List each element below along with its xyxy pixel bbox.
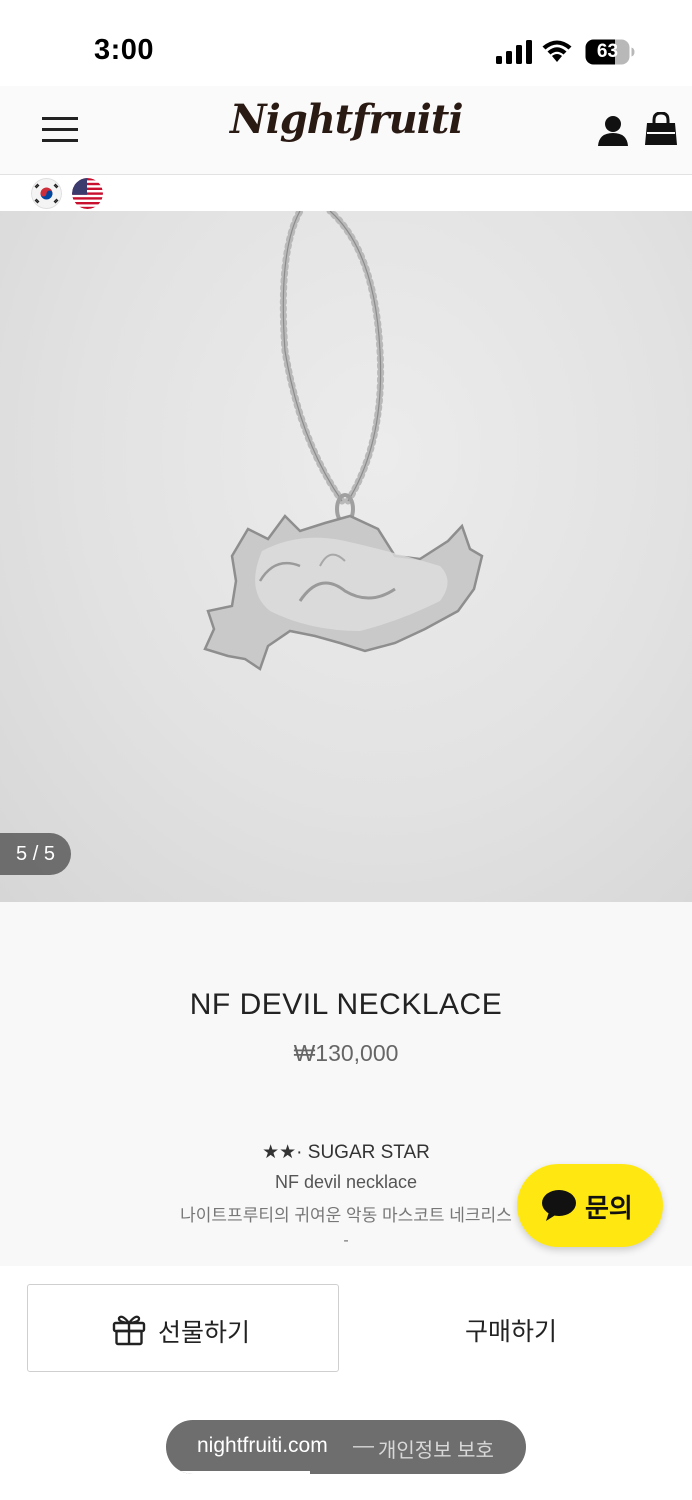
browser-url-bar[interactable]: nightfruiti.com — 개인정보 보호	[166, 1420, 526, 1474]
inquiry-chat-button[interactable]: 문의	[517, 1164, 663, 1247]
battery-level: 63	[596, 41, 619, 62]
language-bar	[0, 175, 692, 211]
necklace-photo	[203, 211, 484, 671]
usa-flag-icon[interactable]	[72, 178, 103, 209]
shopping-bag-icon[interactable]	[645, 112, 677, 146]
url-domain: nightfruiti.com	[197, 1434, 328, 1457]
description-cut-off-text	[246, 1258, 446, 1266]
page-load-progress	[166, 1471, 310, 1474]
user-account-icon[interactable]	[597, 114, 629, 146]
wifi-icon	[542, 40, 572, 62]
inquiry-chat-label: 문의	[585, 1193, 633, 1223]
status-time: 3:00	[94, 34, 155, 66]
url-privacy-label: 개인정보 보호	[378, 1440, 494, 1462]
buy-button-label: 구매하기	[464, 1318, 557, 1346]
hamburger-menu-icon[interactable]	[42, 114, 78, 146]
gift-button[interactable]: 선물하기	[27, 1284, 339, 1372]
description-cut-off	[246, 1258, 446, 1266]
chat-bubble-icon	[542, 1190, 576, 1221]
image-counter: 5 / 5	[0, 833, 71, 875]
battery-icon: 63	[585, 39, 635, 65]
description-title: ★★· SUGAR STAR	[262, 1142, 430, 1163]
gift-button-label: 선물하기	[158, 1319, 251, 1347]
url-separator: —	[353, 1434, 374, 1457]
status-bar: 3:00 63	[0, 0, 692, 86]
gift-box-icon	[112, 1315, 146, 1346]
brand-logo[interactable]: Nightfruiti	[230, 92, 464, 168]
korea-flag-icon[interactable]	[31, 178, 62, 209]
brand-logo-text: Nightfruiti	[230, 96, 464, 143]
buy-button[interactable]: 구매하기	[356, 1284, 666, 1372]
product-name: NF DEVIL NECKLACE	[189, 988, 503, 1021]
product-price: ₩130,000	[293, 1040, 399, 1066]
cellular-signal-icon	[496, 40, 532, 64]
product-image[interactable]	[0, 211, 692, 902]
